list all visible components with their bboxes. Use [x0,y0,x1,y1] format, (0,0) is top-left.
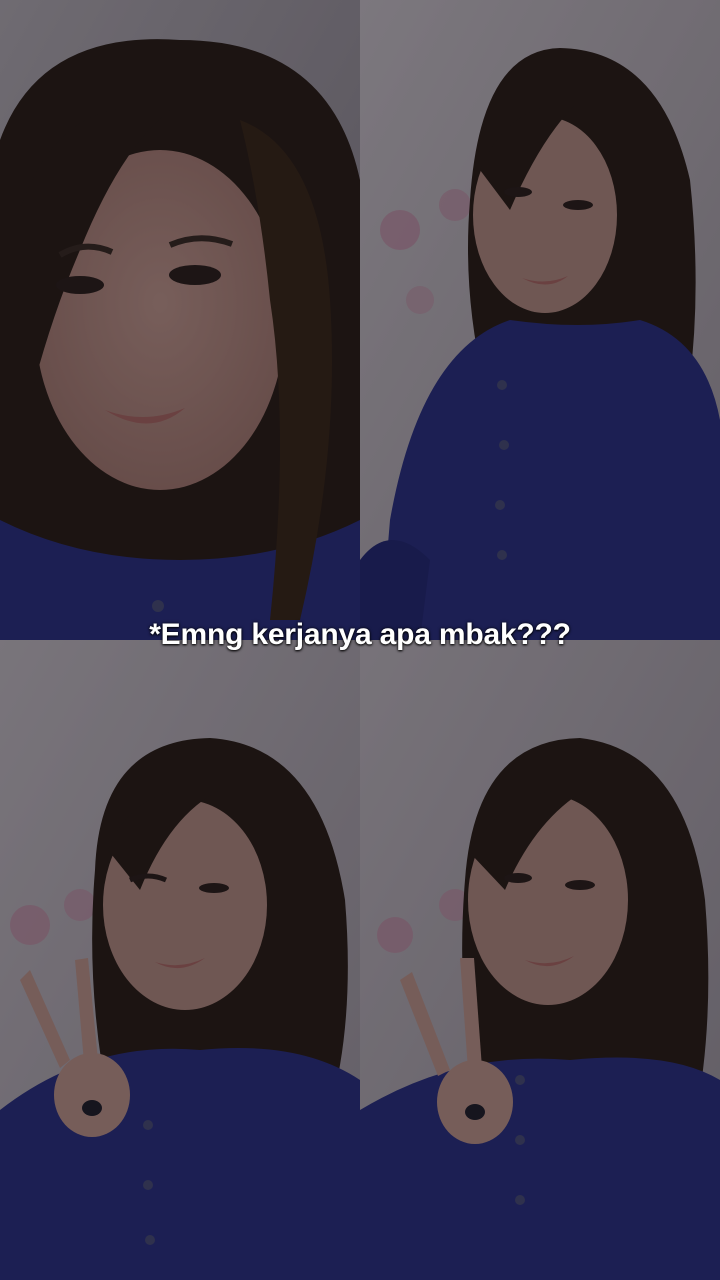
photo-seated [360,0,720,640]
photo-closeup-image [0,0,360,640]
photo-closeup [0,0,360,640]
photo-peace-image [360,640,720,1280]
photo-wink-peace-image [0,640,360,1280]
photo-wink-peace [0,640,360,1280]
photo-peace [360,640,720,1280]
photo-seated-image [360,0,720,640]
caption-text: *Emng kerjanya apa mbak??? [149,618,571,651]
